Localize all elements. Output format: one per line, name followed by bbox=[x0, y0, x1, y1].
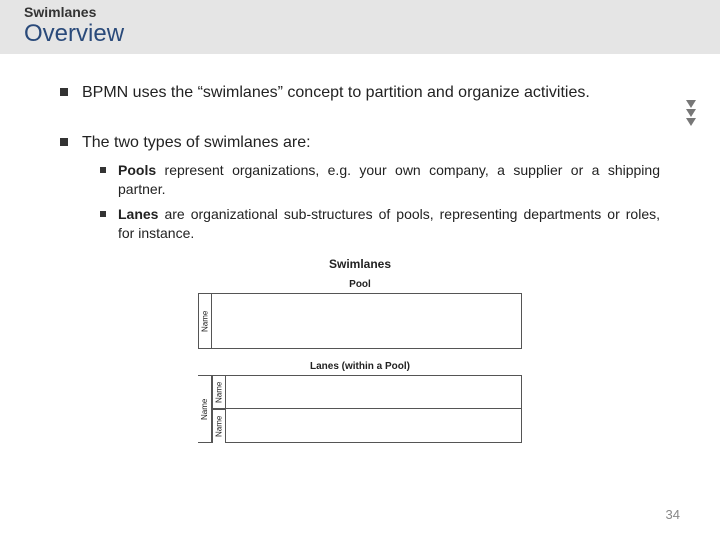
term-pools-desc: represent organizations, e.g. your own c… bbox=[118, 162, 660, 197]
lanes-body: Name Name bbox=[212, 375, 522, 443]
pool-label: Pool bbox=[60, 279, 660, 290]
sub-bullet-item: Pools represent organizations, e.g. your… bbox=[100, 161, 660, 199]
sub-bullet-list: Pools represent organizations, e.g. your… bbox=[100, 161, 660, 243]
term-lanes-desc: are organizational sub-structures of poo… bbox=[118, 206, 660, 241]
header-title: Overview bbox=[24, 20, 720, 52]
side-arrow-stack bbox=[686, 100, 696, 126]
bullet-text: BPMN uses the “swimlanes” concept to par… bbox=[82, 82, 590, 104]
term-lanes: Lanes bbox=[118, 206, 158, 222]
square-bullet-icon bbox=[60, 88, 68, 96]
lanes-outer-vlabel: Name bbox=[198, 375, 212, 443]
square-bullet-icon bbox=[100, 211, 106, 217]
arrow-down-icon bbox=[686, 109, 696, 117]
term-pools: Pools bbox=[118, 162, 156, 178]
lane-row: Name bbox=[212, 409, 522, 443]
sub-bullet-text: Lanes are organizational sub-structures … bbox=[118, 205, 660, 243]
slide-header: Swimlanes Overview bbox=[0, 0, 720, 54]
lane-name-vlabel: Name bbox=[212, 375, 226, 409]
pool-figure: Name bbox=[198, 293, 522, 349]
lanes-figure: Name Name Name bbox=[198, 375, 522, 443]
pool-name-vlabel: Name bbox=[198, 293, 212, 349]
lanes-label: Lanes (within a Pool) bbox=[60, 361, 660, 372]
lane-row: Name bbox=[212, 375, 522, 409]
page-number: 34 bbox=[666, 507, 680, 522]
lane-name-vlabel: Name bbox=[212, 409, 226, 443]
square-bullet-icon bbox=[100, 167, 106, 173]
bullet-item: BPMN uses the “swimlanes” concept to par… bbox=[60, 82, 660, 104]
header-topic: Swimlanes bbox=[24, 4, 720, 20]
bullet-text: The two types of swimlanes are: bbox=[82, 132, 311, 154]
sub-bullet-text: Pools represent organizations, e.g. your… bbox=[118, 161, 660, 199]
slide-content: BPMN uses the “swimlanes” concept to par… bbox=[0, 54, 720, 448]
pool-body bbox=[212, 293, 522, 349]
square-bullet-icon bbox=[60, 138, 68, 146]
lane-body bbox=[226, 409, 522, 443]
arrow-down-icon bbox=[686, 100, 696, 108]
lane-body bbox=[226, 375, 522, 409]
bullet-item: The two types of swimlanes are: bbox=[60, 132, 660, 154]
sub-bullet-item: Lanes are organizational sub-structures … bbox=[100, 205, 660, 243]
arrow-down-icon bbox=[686, 118, 696, 126]
diagram-title: Swimlanes bbox=[60, 257, 660, 271]
swimlanes-diagram: Swimlanes Pool Name Lanes (within a Pool… bbox=[60, 257, 660, 448]
